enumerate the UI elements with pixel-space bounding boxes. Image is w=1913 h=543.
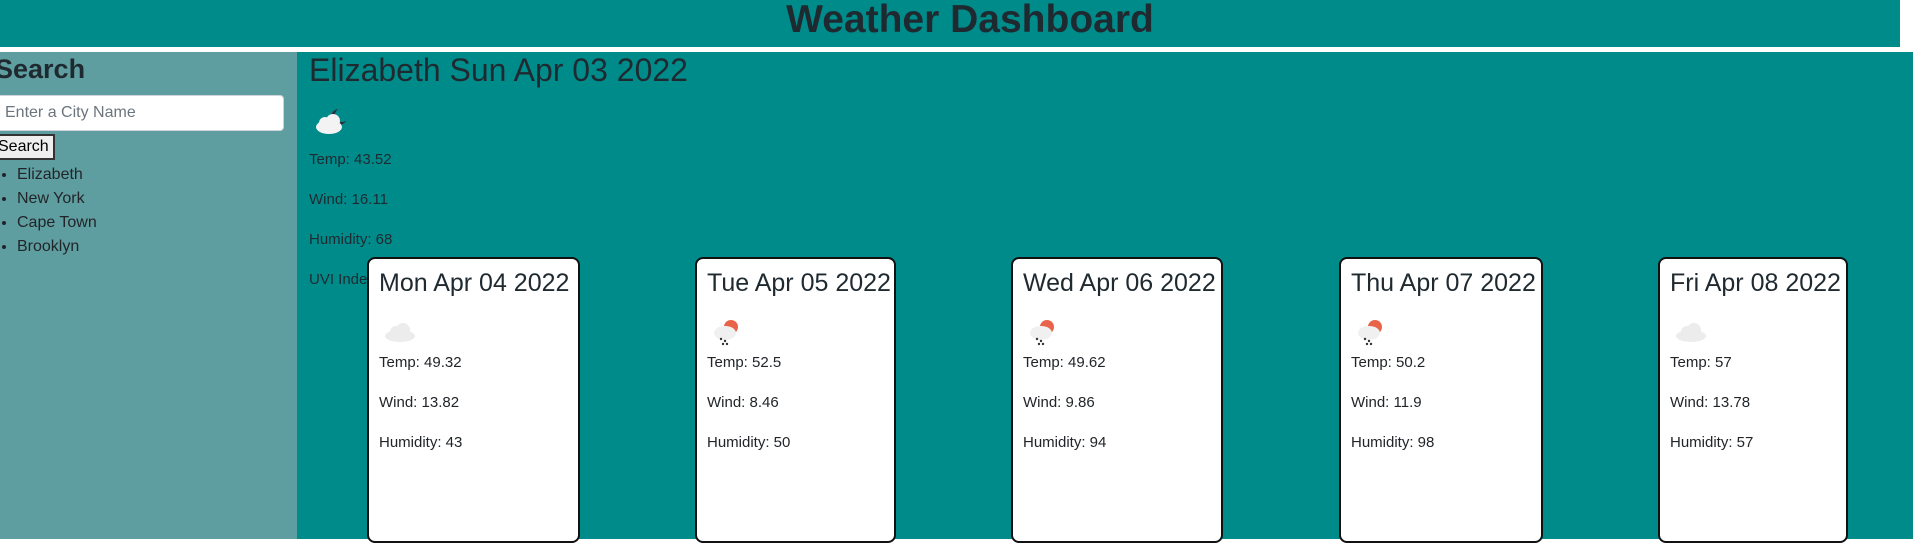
current-humidity: Humidity: 68 [309,231,393,248]
page-header: Weather Dashboard [0,0,1900,47]
search-button[interactable]: Search [0,134,55,160]
city-search-input[interactable] [0,95,284,131]
forecast-humidity: Humidity: 50 [707,434,791,451]
forecast-date: Mon Apr 04 2022 [379,269,570,297]
forecast-card: Fri Apr 08 2022 Temp: 57 Wind: 13.78 Hum… [1658,257,1848,543]
forecast-temp: Temp: 49.32 [379,354,462,371]
forecast-temp: Temp: 50.2 [1351,354,1426,371]
forecast-humidity: Humidity: 98 [1351,434,1435,451]
rain-sun-icon [711,319,745,354]
rain-sun-icon [1355,319,1389,354]
forecast-humidity: Humidity: 94 [1023,434,1107,451]
forecast-card: Wed Apr 06 2022 Temp: 49.62 Wind: 9.86 H… [1011,257,1223,543]
search-sidebar: Search Search Elizabeth New York Cape To… [0,52,297,539]
cloud-icon [1674,319,1708,348]
current-city-title: Elizabeth Sun Apr 03 2022 [309,52,688,88]
rain-sun-icon [1027,319,1061,354]
search-heading: Search [0,54,86,84]
forecast-wind: Wind: 13.78 [1670,394,1751,411]
forecast-date: Tue Apr 05 2022 [707,269,891,297]
forecast-temp: Temp: 57 [1670,354,1732,371]
forecast-wind: Wind: 13.82 [379,394,460,411]
current-temp: Temp: 43.52 [309,151,392,168]
page-title: Weather Dashboard [786,0,1154,41]
forecast-card: Tue Apr 05 2022 Temp: 52.5 Wind: 8.46 Hu… [695,257,896,543]
forecast-card: Thu Apr 07 2022 Temp: 50.2 Wind: 11.9 Hu… [1339,257,1543,543]
forecast-humidity: Humidity: 43 [379,434,463,451]
search-history-list: Elizabeth New York Cape Town Brooklyn [0,163,97,259]
forecast-temp: Temp: 52.5 [707,354,782,371]
forecast-temp: Temp: 49.62 [1023,354,1106,371]
history-item[interactable]: Cape Town [17,211,97,235]
partly-cloudy-night-icon [313,107,353,142]
forecast-humidity: Humidity: 57 [1670,434,1754,451]
current-wind: Wind: 16.11 [309,191,388,208]
forecast-card: Mon Apr 04 2022 Temp: 49.32 Wind: 13.82 … [367,257,580,543]
forecast-wind: Wind: 9.86 [1023,394,1095,411]
forecast-date: Thu Apr 07 2022 [1351,269,1536,297]
history-item[interactable]: Elizabeth [17,163,97,187]
history-item[interactable]: New York [17,187,97,211]
forecast-wind: Wind: 8.46 [707,394,779,411]
forecast-wind: Wind: 11.9 [1351,394,1422,411]
cloud-icon [383,319,417,348]
history-item[interactable]: Brooklyn [17,235,97,259]
forecast-date: Wed Apr 06 2022 [1023,269,1216,297]
forecast-date: Fri Apr 08 2022 [1670,269,1841,297]
